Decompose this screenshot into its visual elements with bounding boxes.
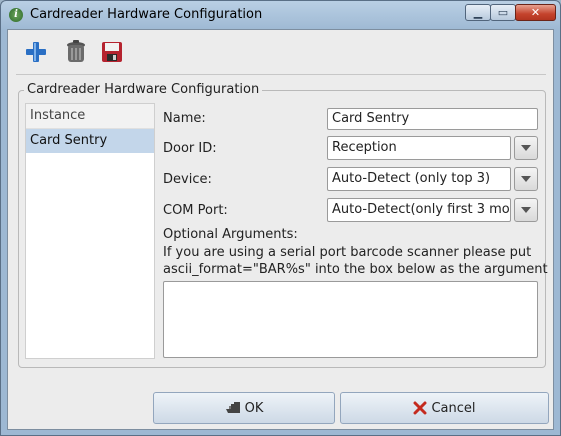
device-label: Device: <box>163 172 212 187</box>
door-id-field[interactable]: Reception <box>327 136 511 160</box>
device-dropdown-button[interactable] <box>514 167 538 191</box>
minimize-button[interactable]: ▁ <box>465 4 491 21</box>
door-id-combo[interactable]: Reception <box>327 136 538 160</box>
ok-button[interactable]: OK <box>153 392 335 424</box>
dialog-body: Cardreader Hardware Configuration Instan… <box>7 29 554 430</box>
com-port-field[interactable]: Auto-Detect(only first 3 moc <box>327 198 511 222</box>
save-button[interactable] <box>98 38 126 66</box>
com-port-dropdown-button[interactable] <box>514 198 538 222</box>
optional-arguments-input[interactable] <box>163 281 538 358</box>
name-label: Name: <box>163 111 206 126</box>
cancel-label: Cancel <box>431 400 476 416</box>
delete-button[interactable] <box>62 38 90 66</box>
add-button[interactable] <box>22 38 50 66</box>
chevron-down-icon <box>521 207 531 213</box>
list-item[interactable]: Card Sentry <box>26 129 154 153</box>
ok-label: OK <box>244 400 264 416</box>
dialog-window: i Cardreader Hardware Configuration ▁ ▭ … <box>0 0 561 436</box>
window-title: Cardreader Hardware Configuration <box>30 7 263 22</box>
com-port-label: COM Port: <box>163 203 228 218</box>
com-port-combo[interactable]: Auto-Detect(only first 3 moc <box>327 198 538 222</box>
toolbar <box>14 34 544 64</box>
app-icon: i <box>9 8 23 22</box>
chevron-down-icon <box>521 176 531 182</box>
group-title: Cardreader Hardware Configuration <box>24 82 263 97</box>
save-icon <box>102 42 122 62</box>
optional-arguments-label: Optional Arguments: <box>163 227 298 242</box>
instance-list[interactable]: Instance Card Sentry <box>25 103 155 359</box>
toolbar-separator <box>16 74 546 75</box>
title-bar[interactable]: i Cardreader Hardware Configuration ▁ ▭ … <box>1 1 560 29</box>
list-header[interactable]: Instance <box>26 104 154 129</box>
cancel-button[interactable]: Cancel <box>340 392 549 424</box>
trash-icon <box>67 40 85 62</box>
help-text-line-2: ascii_format="BAR%s" into the box below … <box>163 262 548 277</box>
cancel-icon <box>413 401 427 415</box>
name-field[interactable]: Card Sentry <box>327 108 538 130</box>
ok-icon <box>225 402 240 413</box>
close-button[interactable]: ✕ <box>515 4 556 21</box>
maximize-button[interactable]: ▭ <box>490 4 516 21</box>
chevron-down-icon <box>521 145 531 151</box>
door-id-dropdown-button[interactable] <box>514 136 538 160</box>
add-icon <box>26 42 46 62</box>
help-text-line-1: If you are using a serial port barcode s… <box>163 245 532 260</box>
door-id-label: Door ID: <box>163 141 217 156</box>
device-combo[interactable]: Auto-Detect (only top 3) <box>327 167 538 191</box>
device-field[interactable]: Auto-Detect (only top 3) <box>327 167 511 191</box>
